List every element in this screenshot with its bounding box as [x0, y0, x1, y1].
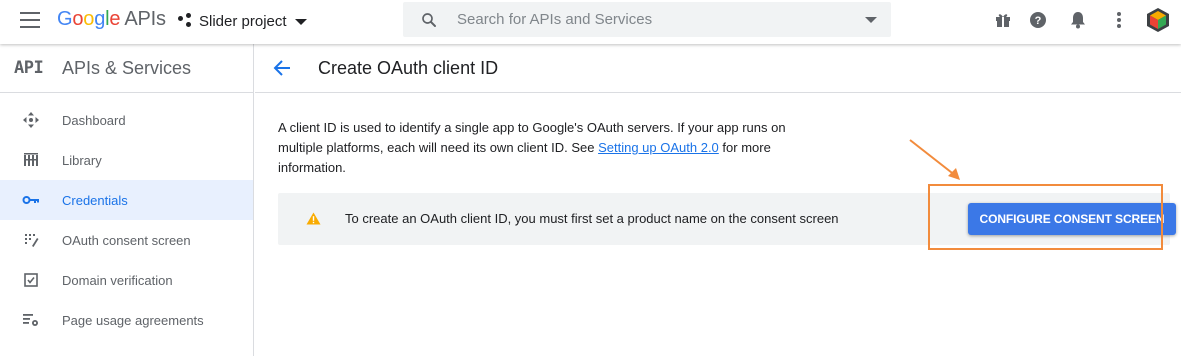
more-vert-icon[interactable] [1108, 9, 1130, 31]
page-title: Create OAuth client ID [318, 57, 499, 78]
api-badge: API [14, 58, 44, 78]
sidebar-item-label: Credentials [62, 192, 128, 208]
sidebar-item-label: Page usage agreements [62, 312, 204, 328]
sidebar: API APIs & Services Dashboard Library Cr… [0, 44, 254, 356]
warning-icon [306, 212, 321, 230]
search-icon [409, 2, 449, 37]
sidebar-item-credentials[interactable]: Credentials [0, 180, 253, 220]
search-dropdown-icon[interactable] [865, 16, 877, 23]
setting-up-oauth-link[interactable]: Setting up OAuth 2.0 [598, 140, 719, 155]
logo-apis-text: APIs [124, 8, 166, 30]
sidebar-header: API APIs & Services [0, 44, 253, 93]
sidebar-item-library[interactable]: Library [0, 140, 253, 180]
project-selector[interactable]: Slider project [177, 9, 307, 33]
page-header: Create OAuth client ID [255, 44, 1181, 93]
bell-icon[interactable] [1067, 9, 1089, 31]
highlight-box [928, 184, 1163, 250]
annotation-arrow-icon [909, 139, 960, 180]
dashboard-icon [0, 111, 62, 129]
back-arrow-icon[interactable] [270, 56, 294, 80]
project-dots-icon [177, 13, 193, 29]
sidebar-item-dashboard[interactable]: Dashboard [0, 100, 253, 140]
sidebar-item-label: Dashboard [62, 112, 126, 128]
hamburger-icon[interactable] [20, 12, 40, 28]
sidebar-item-label: OAuth consent screen [62, 232, 191, 248]
settings-list-icon [0, 312, 62, 328]
sidebar-item-label: Library [62, 152, 102, 168]
avatar-icon[interactable] [1145, 7, 1171, 33]
sidebar-nav: Dashboard Library Credentials OAuth cons… [0, 93, 253, 340]
notice-text: To create an OAuth client ID, you must f… [345, 211, 839, 226]
sidebar-item-domain-verification[interactable]: Domain verification [0, 260, 253, 300]
search-input[interactable] [457, 11, 865, 28]
svg-text:?: ? [1035, 15, 1042, 27]
project-name: Slider project [199, 12, 287, 30]
description: A client ID is used to identify a single… [278, 118, 818, 178]
search-bar[interactable] [403, 2, 891, 37]
consent-icon [0, 232, 62, 248]
key-icon [0, 194, 62, 206]
help-icon[interactable]: ? [1027, 9, 1049, 31]
google-apis-logo[interactable]: Google APIs [57, 8, 166, 31]
gift-icon[interactable] [992, 9, 1014, 31]
sidebar-item-page-usage[interactable]: Page usage agreements [0, 300, 253, 340]
checkbox-icon [0, 273, 62, 287]
library-icon [0, 152, 62, 168]
sidebar-item-label: Domain verification [62, 272, 173, 288]
chevron-down-icon [294, 19, 307, 25]
sidebar-title: APIs & Services [62, 57, 192, 78]
top-bar: GoogleAPIs Slider project ? [0, 0, 1181, 44]
sidebar-item-oauth-consent[interactable]: OAuth consent screen [0, 220, 253, 260]
